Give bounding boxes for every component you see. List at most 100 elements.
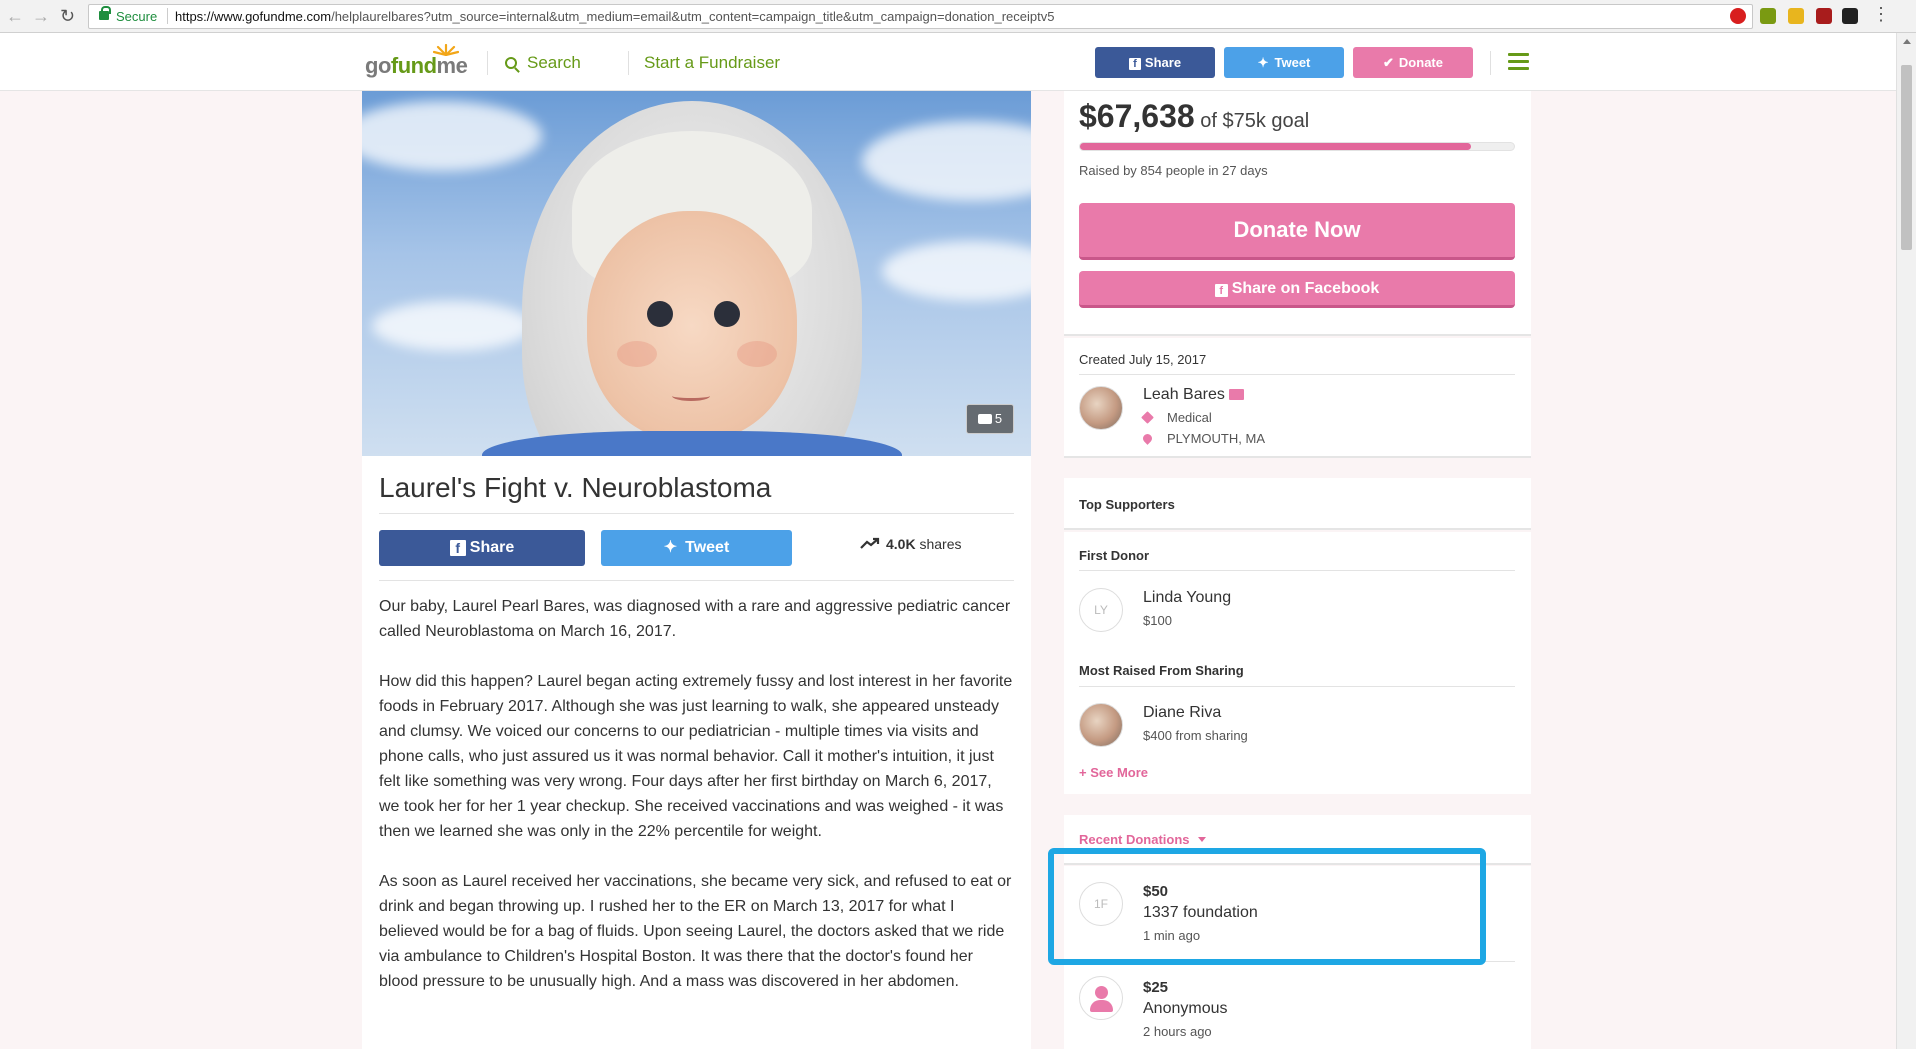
photo-count-badge[interactable]: 5: [966, 404, 1014, 434]
donate-now-button[interactable]: Donate Now: [1079, 203, 1515, 260]
search-link[interactable]: Search: [505, 53, 581, 73]
sharing-supporter-avatar: [1079, 703, 1123, 747]
first-donor-avatar: LY: [1079, 588, 1123, 632]
goal-text: of $75k goal: [1194, 110, 1310, 132]
first-donor-amount: $100: [1143, 613, 1172, 628]
logo-go: go: [365, 53, 391, 78]
divider: [1079, 570, 1515, 571]
see-more-link[interactable]: + See More: [1079, 765, 1148, 780]
top-supporters-heading: Top Supporters: [1079, 497, 1175, 512]
share-facebook-label: Share on Facebook: [1231, 280, 1380, 297]
campaign-title: Laurel's Fight v. Neuroblastoma: [379, 472, 772, 503]
site-header: gofundme Search Start a Fundraiser f Shar…: [0, 33, 1896, 91]
facebook-icon: f: [1128, 58, 1141, 70]
header-share-label: Share: [1144, 55, 1182, 70]
created-date: Created July 15, 2017: [1079, 352, 1207, 367]
facebook-icon: f: [1214, 284, 1228, 297]
scrollbar-thumb[interactable]: [1901, 65, 1912, 250]
raised-by: Raised by 854 people in 27 days: [1079, 163, 1268, 178]
sharing-supporter-amount: $400 from sharing: [1143, 728, 1248, 743]
location-text: PLYMOUTH, MA: [1167, 431, 1265, 446]
logo-fund: fund: [390, 53, 437, 78]
search-icon: [505, 57, 517, 69]
logo-me: me: [436, 53, 468, 78]
scroll-up-icon[interactable]: [1903, 39, 1911, 44]
campaign-tweet-label: Tweet: [685, 539, 730, 556]
trending-icon: [860, 537, 880, 549]
donation-amount: $25: [1143, 979, 1169, 996]
divider: [1079, 686, 1515, 687]
organizer-name[interactable]: Leah Bares: [1143, 386, 1244, 404]
header-divider: [628, 51, 629, 75]
first-donor-name: Linda Young: [1143, 589, 1232, 606]
header-tweet-label: Tweet: [1274, 55, 1311, 70]
campaign-story: Our baby, Laurel Pearl Bares, was diagno…: [379, 594, 1014, 1019]
campaign-tweet-button[interactable]: ✦ Tweet: [601, 530, 792, 566]
menu-icon[interactable]: [1508, 53, 1529, 70]
story-paragraph: As soon as Laurel received her vaccinati…: [379, 873, 1012, 990]
browser-menu-icon[interactable]: ⋮: [1872, 4, 1890, 25]
start-fundraiser-link[interactable]: Start a Fundraiser: [644, 53, 780, 73]
donor-name: Anonymous: [1143, 1000, 1228, 1017]
first-donor-heading: First Donor: [1079, 548, 1150, 563]
notes-extension-icon[interactable]: [1788, 8, 1804, 24]
share-on-facebook-button[interactable]: f Share on Facebook: [1079, 271, 1515, 308]
address-bar[interactable]: Secure https://www.gofundme.com/helplaur…: [88, 4, 1753, 29]
divider: [379, 580, 1014, 581]
ublock-extension-icon[interactable]: [1816, 8, 1832, 24]
pocket-extension-icon[interactable]: [1842, 8, 1858, 24]
plus-icon: +: [1079, 765, 1091, 780]
url-separator: [167, 8, 168, 24]
category-text: Medical: [1167, 410, 1212, 425]
pin-icon: [1141, 432, 1154, 445]
header-share-button[interactable]: f Share: [1095, 47, 1215, 78]
header-divider: [487, 51, 488, 75]
raised-amount: $67,638: [1079, 98, 1195, 134]
forward-icon[interactable]: →: [32, 6, 50, 27]
shares-count: 4.0K shares: [860, 536, 962, 552]
url-text[interactable]: https://www.gofundme.com/helplaurelbares…: [175, 9, 1054, 24]
divider: [379, 513, 1014, 514]
donation-time: 2 hours ago: [1143, 1024, 1212, 1039]
recent-donations-label: Recent Donations: [1079, 832, 1190, 847]
extension-icon[interactable]: [1760, 8, 1776, 24]
header-tweet-button[interactable]: ✦ Tweet: [1224, 47, 1344, 78]
organizer-name-text: Leah Bares: [1143, 386, 1225, 403]
funding-progress-bar: [1079, 142, 1515, 151]
twitter-icon: ✦: [1257, 55, 1269, 70]
gofundme-logo[interactable]: gofundme: [365, 53, 468, 79]
shares-suffix: shares: [915, 536, 962, 552]
tag-icon: [1141, 411, 1154, 424]
url-host: https://www.gofundme.com: [175, 9, 332, 24]
envelope-icon[interactable]: [1228, 389, 1244, 400]
highlight-box: [1048, 848, 1486, 965]
camera-icon: [977, 414, 992, 424]
organizer-avatar[interactable]: [1079, 386, 1123, 430]
lock-icon: [99, 6, 111, 20]
recent-donations-toggle[interactable]: Recent Donations: [1079, 832, 1206, 847]
campaign-share-button[interactable]: f Share: [379, 530, 585, 566]
story-paragraph: How did this happen? Laurel began acting…: [379, 673, 1013, 840]
see-more-label: See More: [1090, 765, 1149, 780]
most-raised-sharing-heading: Most Raised From Sharing: [1079, 663, 1244, 678]
browser-toolbar: ← → ↻ Secure https://www.gofundme.com/he…: [0, 0, 1916, 33]
amount-raised: $67,638 of $75k goal: [1079, 98, 1309, 135]
url-path: /helplaurelbares?utm_source=internal&utm…: [331, 9, 1055, 24]
back-icon[interactable]: ←: [6, 6, 24, 27]
progress-fill: [1080, 143, 1471, 150]
campaign-category[interactable]: Medical: [1141, 410, 1212, 425]
photo-count: 5: [994, 411, 1003, 426]
page-scrollbar[interactable]: [1896, 33, 1916, 1049]
divider: [1079, 374, 1515, 375]
header-donate-button[interactable]: ✔ Donate: [1353, 47, 1473, 78]
anonymous-user-icon: [1079, 976, 1123, 1020]
campaign-photo[interactable]: [362, 91, 1031, 456]
check-icon: ✔: [1383, 55, 1394, 70]
twitter-icon: ✦: [663, 539, 678, 556]
header-divider: [1490, 51, 1491, 75]
caret-down-icon: [1197, 837, 1206, 842]
search-label: Search: [527, 53, 581, 72]
header-donate-label: Donate: [1398, 55, 1443, 70]
reload-icon[interactable]: ↻: [60, 6, 75, 27]
opera-extension-icon[interactable]: [1730, 8, 1746, 24]
